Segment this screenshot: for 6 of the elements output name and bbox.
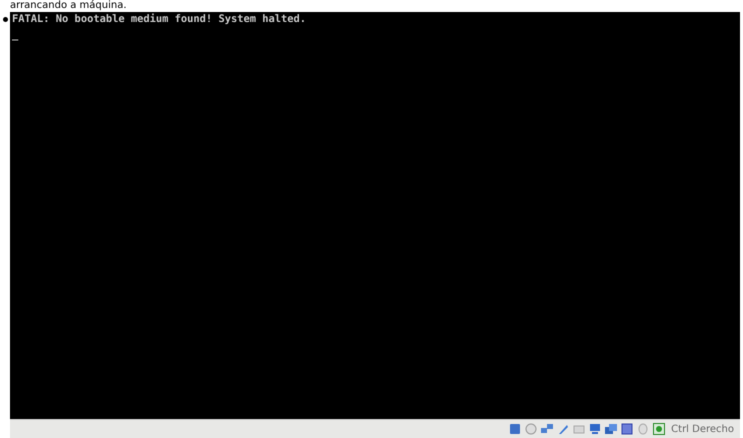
caption-text: arrancando a máquina. [10, 0, 127, 12]
display-icon[interactable] [589, 423, 602, 435]
console-text: _ [12, 29, 18, 42]
host-key-label: Ctrl Derecho [671, 424, 734, 434]
console-text: FATAL: No bootable medium found! System halted. [12, 13, 306, 26]
list-bullet [2, 17, 8, 22]
